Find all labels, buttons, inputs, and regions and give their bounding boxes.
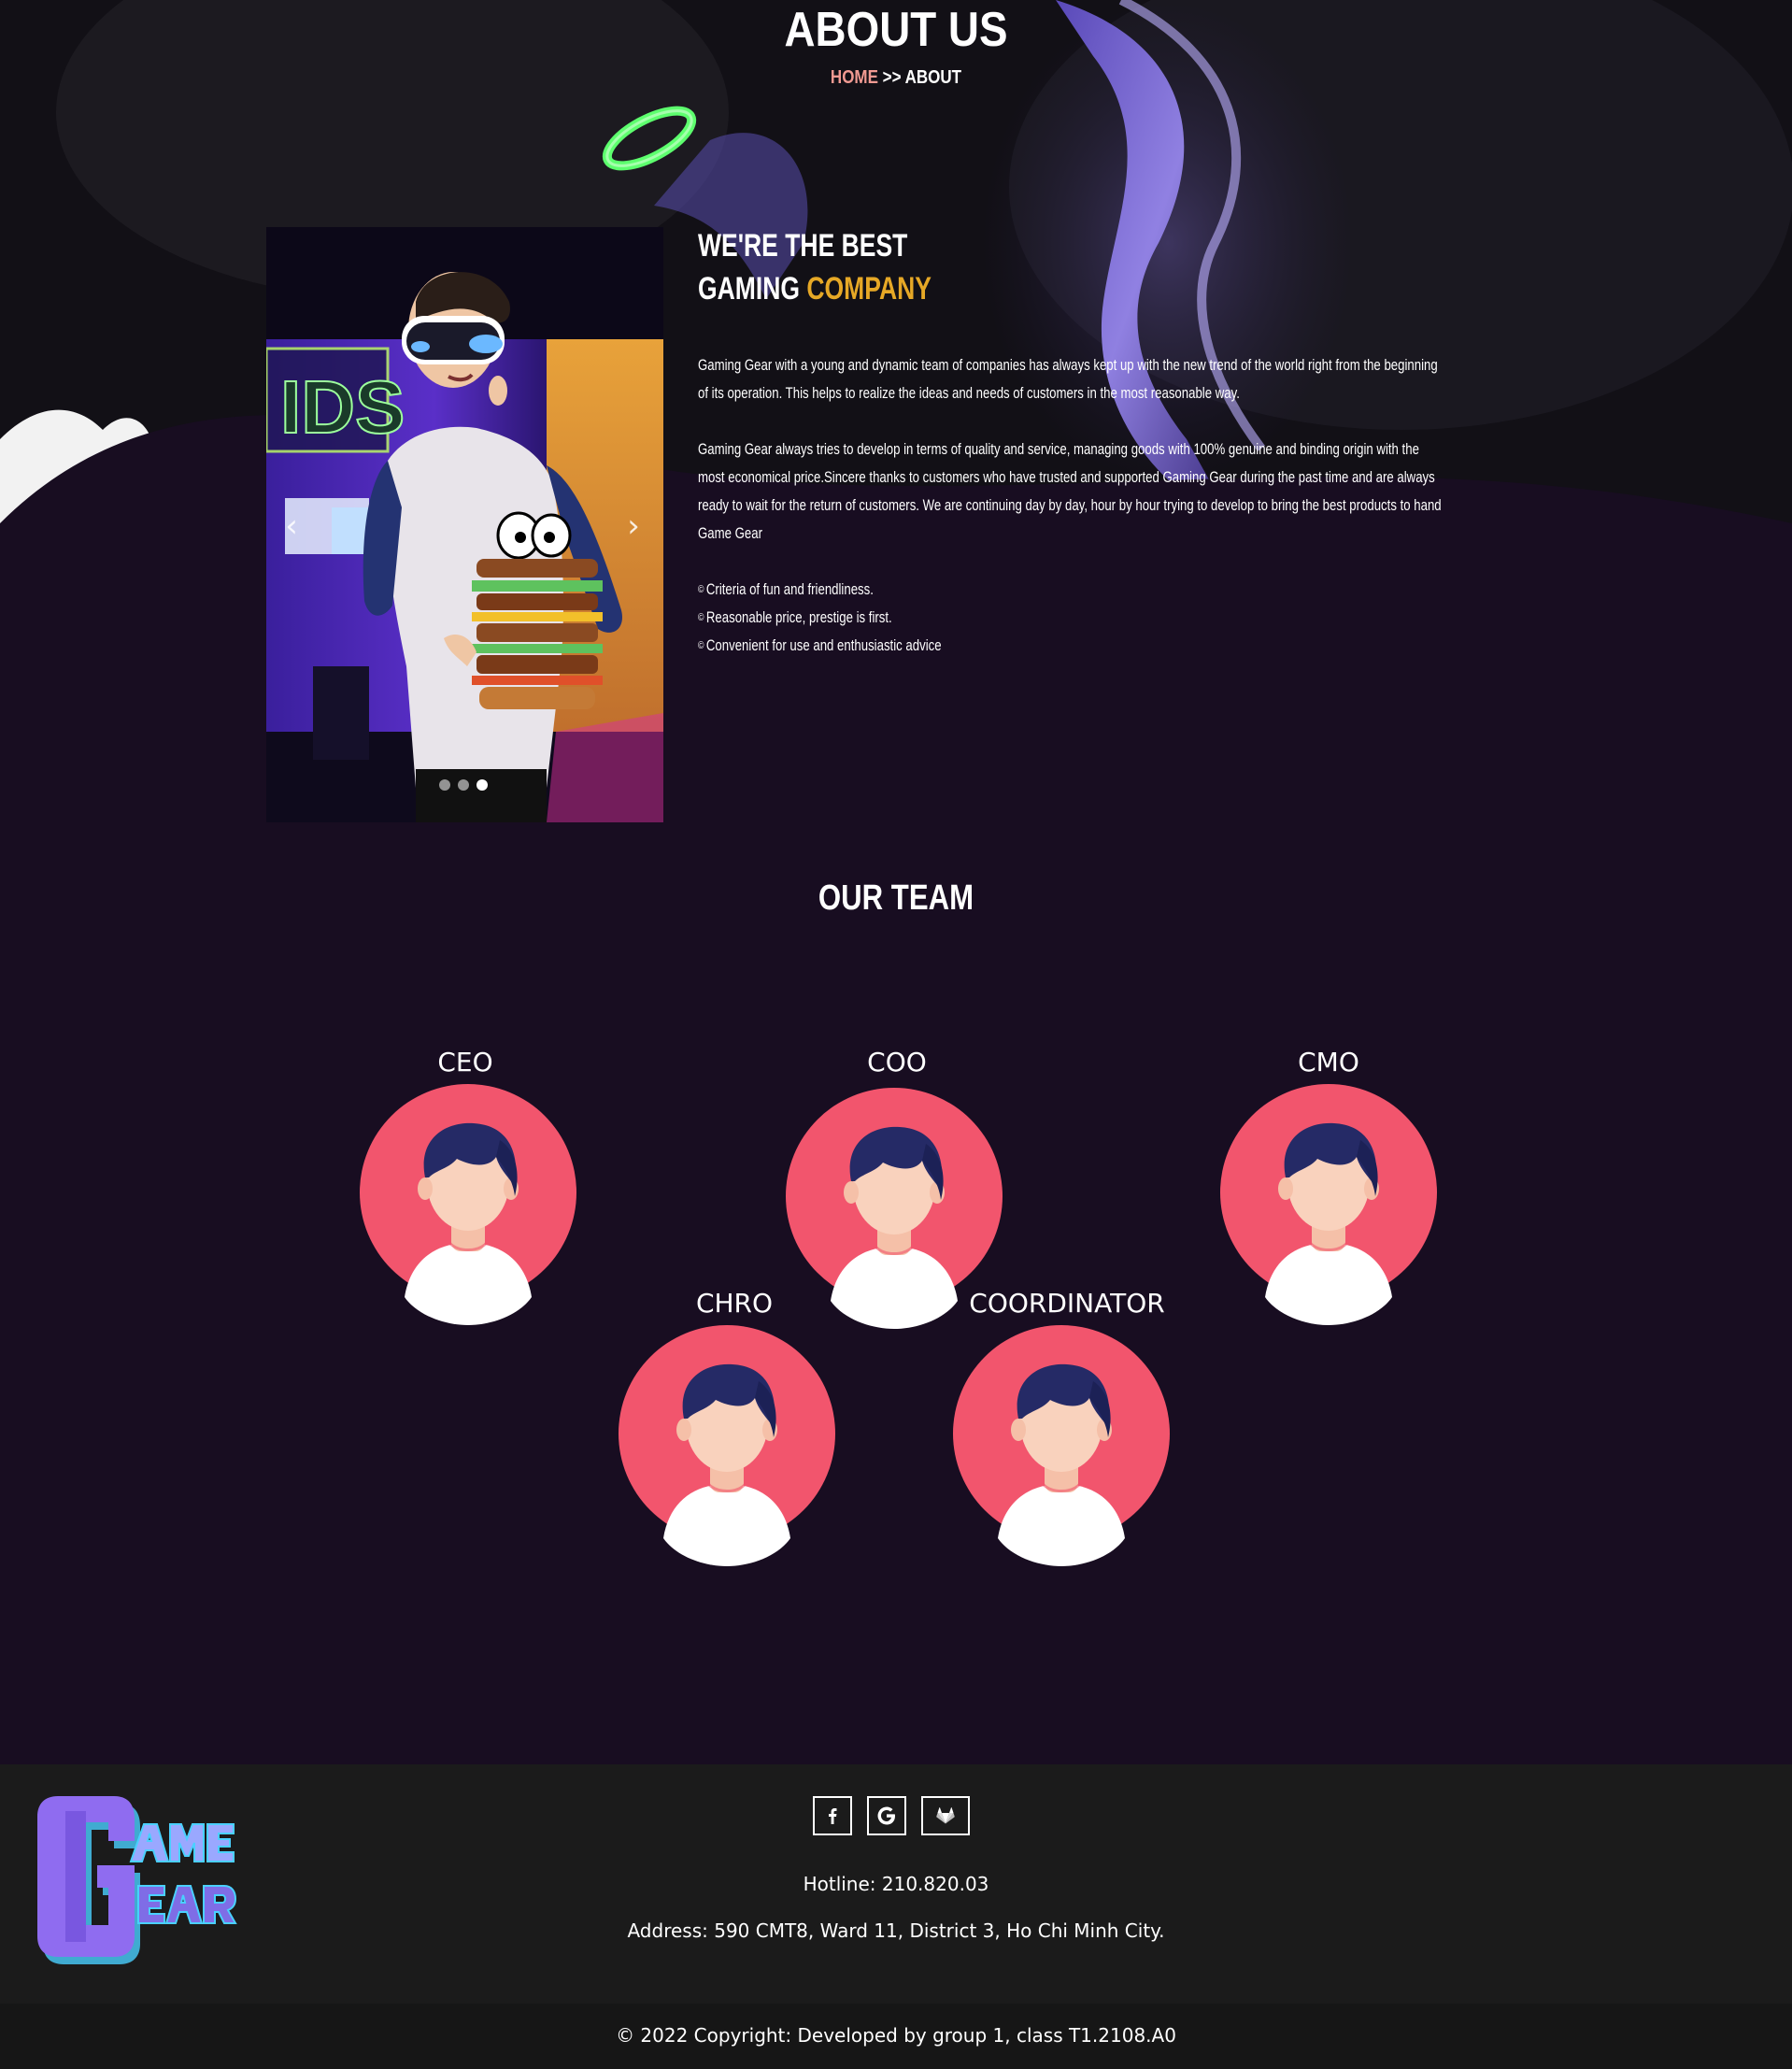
team-member-chro: CHRO	[580, 1288, 889, 1568]
footer-hotline: Hotline: 210.820.03	[803, 1873, 989, 1895]
social-links	[813, 1796, 970, 1835]
facebook-icon	[829, 1808, 837, 1824]
about-paragraph-2: Gaming Gear always tries to develop in t…	[698, 441, 1442, 542]
avatar-icon	[953, 1325, 1170, 1566]
member-role: CMO	[1298, 1047, 1359, 1077]
about-bullet-item: © Criteria of fun and friendliness.	[698, 576, 1371, 604]
facebook-button[interactable]	[813, 1796, 852, 1835]
about-bullet-item: © Convenient for use and enthusiastic adv…	[698, 632, 1371, 660]
copyright-bar: © 2022 Copyright: Developed by group 1, …	[0, 2004, 1792, 2069]
team-member-coo: COO	[743, 1047, 1051, 1327]
about-heading-line2: GAMING COMPANY	[698, 267, 1135, 310]
team-member-ceo: CEO	[311, 1047, 619, 1327]
bullet-text: Criteria of fun and friendliness.	[705, 581, 874, 598]
slider-next-button[interactable]: ›	[622, 509, 645, 543]
about-description: Gaming Gear with a young and dynamic tea…	[698, 351, 1442, 660]
about-bullet-list: © Criteria of fun and friendliness. © Reas…	[698, 576, 1371, 660]
member-role: COORDINATOR	[969, 1288, 1165, 1319]
team-member-cmo: CMO	[1174, 1047, 1483, 1327]
chevron-left-icon: ‹	[285, 507, 298, 545]
bullet-text: Reasonable price, prestige is first.	[705, 609, 892, 626]
chevron-right-icon: ›	[627, 507, 640, 545]
avatar-icon	[619, 1325, 835, 1566]
breadcrumb-current: ABOUT	[904, 67, 962, 88]
copyright-text: © 2022 Copyright: Developed by group 1, …	[616, 2024, 1176, 2047]
member-role: CHRO	[695, 1288, 774, 1319]
about-bullet-item: © Reasonable price, prestige is first.	[698, 604, 1371, 632]
page: ABOUT US HOME >> ABOUT IDS ‹ › WE'RE THE…	[0, 0, 1792, 2069]
footer-address: Address: 590 CMT8, Ward 11, District 3, …	[627, 1919, 1165, 1942]
avatar-icon	[360, 1084, 576, 1325]
team-title: OUR TEAM	[818, 878, 974, 918]
breadcrumb: HOME >> ABOUT	[135, 67, 1657, 89]
about-heading-highlight: COMPANY	[806, 271, 932, 307]
page-title: ABOUT US	[784, 3, 1008, 57]
avatar-icon	[1220, 1084, 1437, 1325]
member-role: CEO	[437, 1047, 493, 1077]
about-heading-prefix: GAMING	[698, 271, 807, 307]
logo-text-ame	[129, 1823, 235, 1862]
svg-text:IDS: IDS	[280, 365, 405, 449]
slider-dot-1[interactable]	[439, 779, 450, 791]
team-member-coordinator: COORDINATOR	[913, 1288, 1221, 1568]
about-paragraph-1: Gaming Gear with a young and dynamic tea…	[698, 357, 1438, 402]
about-heading-line1: WE'RE THE BEST	[698, 228, 908, 264]
breadcrumb-home-link[interactable]: HOME	[831, 67, 878, 88]
slider-dot-3[interactable]	[476, 779, 488, 791]
google-button[interactable]	[867, 1796, 906, 1835]
about-heading: WE'RE THE BEST GAMING COMPANY	[698, 224, 1135, 310]
footer: Hotline: 210.820.03 Address: 590 CMT8, W…	[0, 1764, 1792, 2004]
gitlab-button[interactable]	[921, 1796, 970, 1835]
about-image-slider[interactable]: IDS	[266, 227, 663, 822]
bullet-symbol: ©	[698, 612, 704, 623]
slide-image-vr-player: IDS	[266, 227, 663, 822]
bullet-symbol: ©	[698, 640, 704, 651]
slider-dot-2[interactable]	[458, 779, 469, 791]
slider-prev-button[interactable]: ‹	[280, 509, 303, 543]
slider-indicators	[439, 779, 488, 792]
bullet-text: Convenient for use and enthusiastic advi…	[705, 637, 942, 654]
google-icon	[877, 1806, 895, 1825]
bullet-symbol: ©	[698, 584, 704, 595]
breadcrumb-separator: >>	[882, 67, 902, 88]
gitlab-icon	[936, 1807, 955, 1824]
member-role: COO	[867, 1047, 927, 1077]
